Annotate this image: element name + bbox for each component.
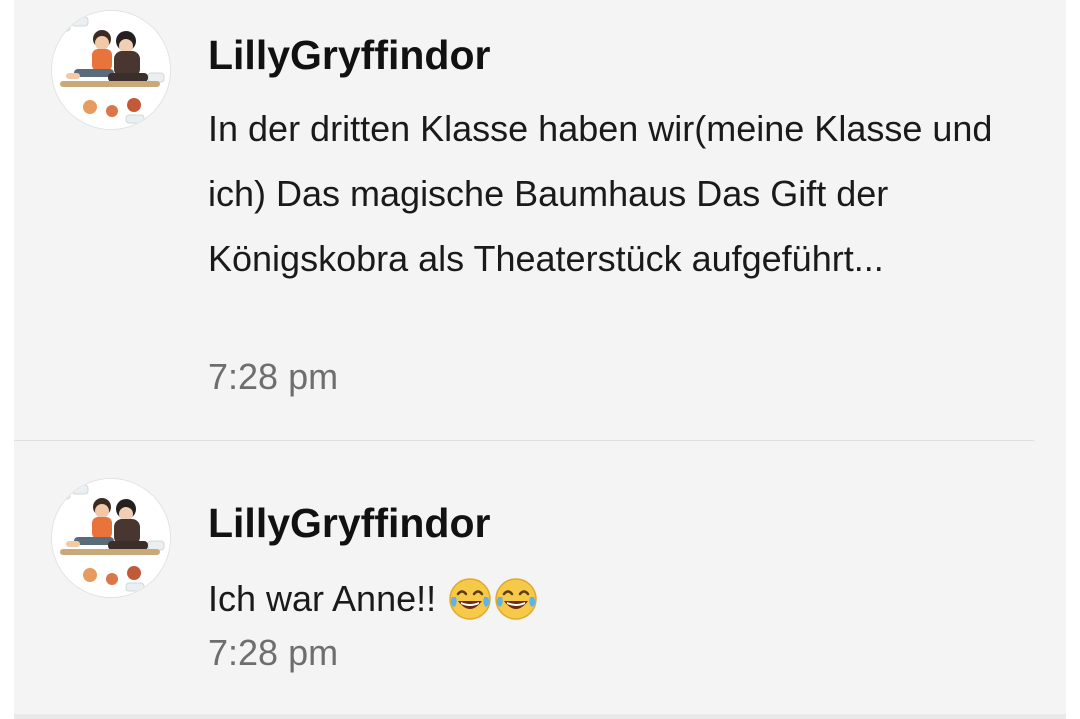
message-item[interactable]: LillyGryffindor Ich war Anne!! 7:28 pm (14, 441, 1066, 719)
message-timestamp: 7:28 pm (208, 356, 339, 397)
left-edge (0, 0, 14, 719)
avatar-illustration (52, 11, 170, 129)
message-text: Ich war Anne!! (208, 578, 437, 619)
avatar-illustration (52, 479, 170, 597)
face-with-tears-of-joy-icon (494, 577, 538, 621)
message-text-line: Ich war Anne!! (208, 566, 1038, 631)
message-item[interactable]: LillyGryffindor In der dritten Klasse ha… (14, 0, 1066, 440)
right-edge (1066, 0, 1080, 719)
message-timestamp: 7:28 pm (208, 632, 339, 673)
face-with-tears-of-joy-icon (448, 577, 492, 621)
user-avatar[interactable] (52, 11, 170, 129)
message-list[interactable]: LillyGryffindor In der dritten Klasse ha… (14, 0, 1066, 719)
username[interactable]: LillyGryffindor (208, 32, 490, 79)
message-text: In der dritten Klasse haben wir(meine Kl… (208, 108, 993, 279)
bottom-divider (14, 714, 1066, 719)
username[interactable]: LillyGryffindor (208, 500, 490, 547)
chat-screen: LillyGryffindor In der dritten Klasse ha… (0, 0, 1080, 719)
user-avatar[interactable] (52, 479, 170, 597)
